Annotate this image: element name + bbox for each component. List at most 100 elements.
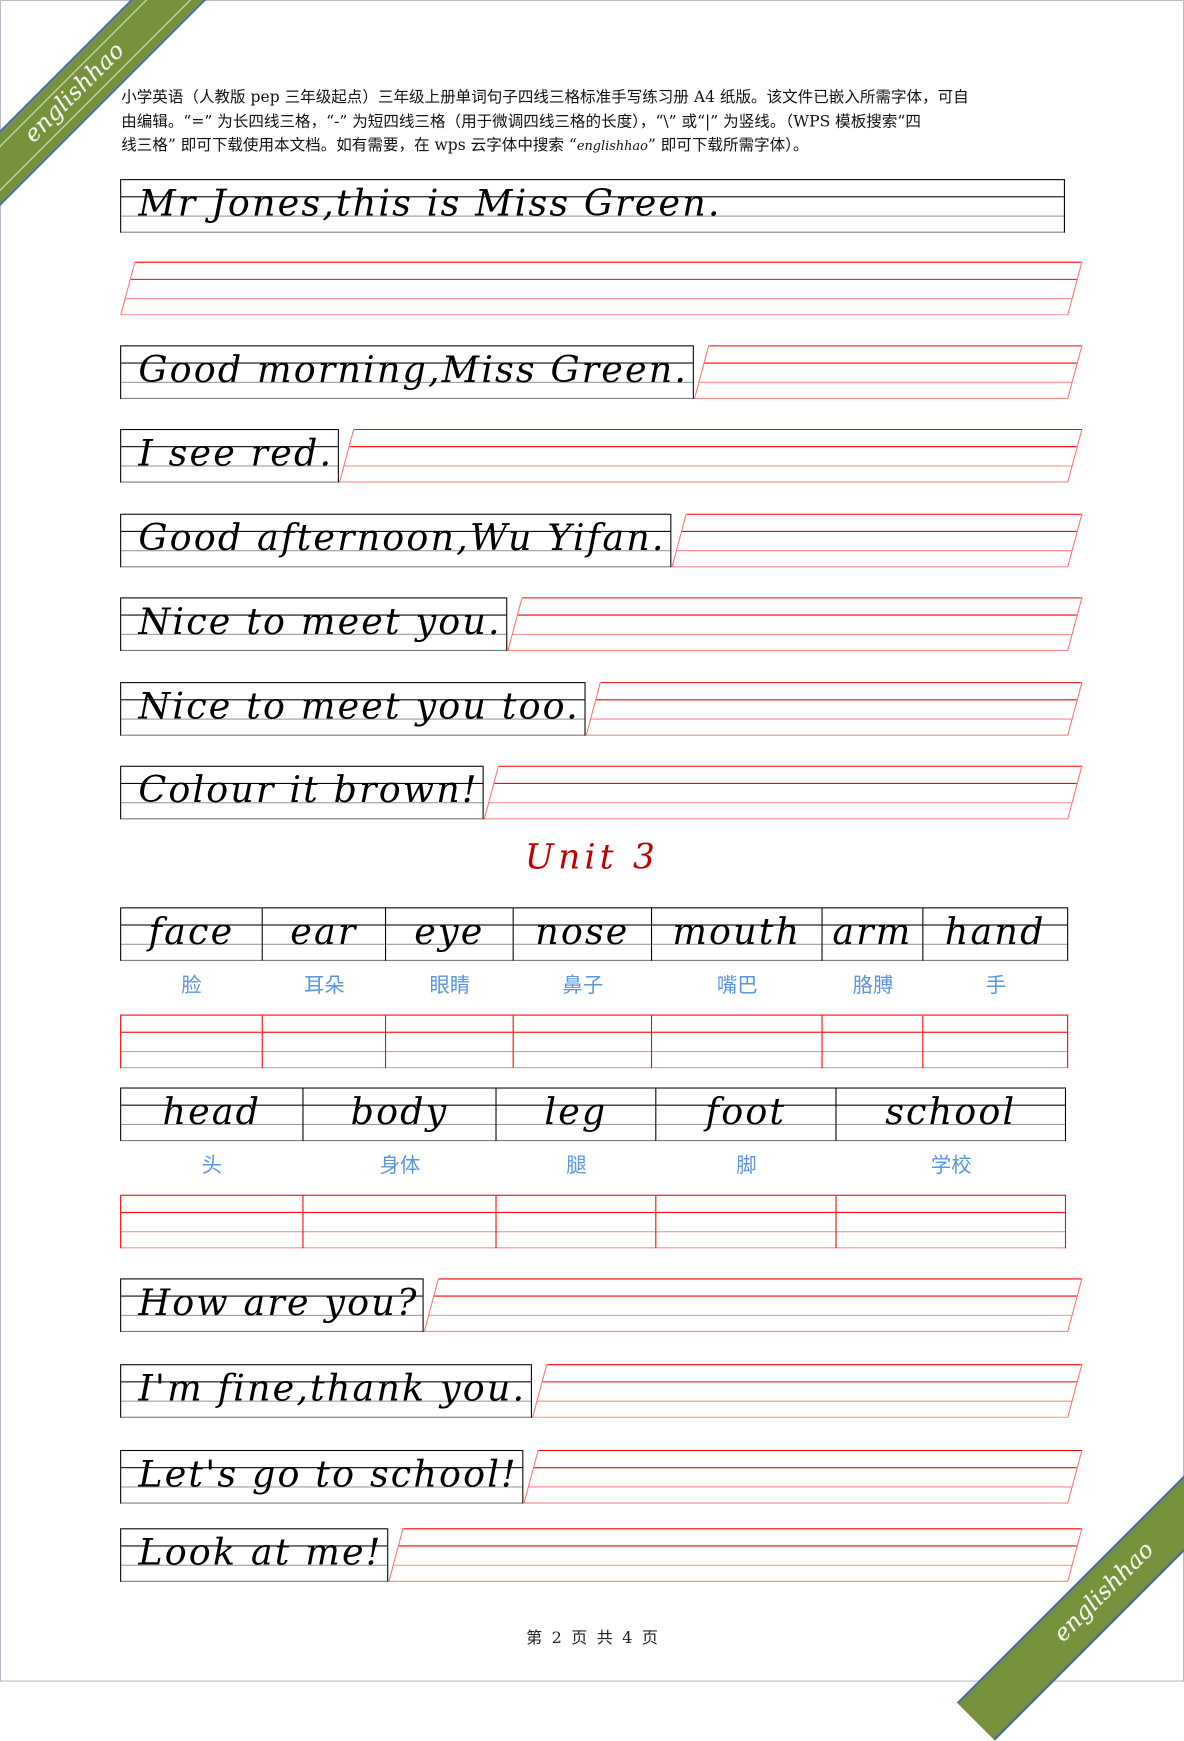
unit-title: Unit 3	[524, 836, 660, 878]
intro-line: 由编辑。“=” 为长四线三格，“-” 为短四线三格（用于微调四线三格的长度），“…	[121, 113, 921, 131]
intro-text: ” 即可下载所需字体）。	[647, 137, 809, 155]
word-text: arm	[832, 910, 913, 954]
intro-paragraph: 小学英语（人教版 pep 三年级起点）三年级上册单词句子四线三格标准手写练习册 …	[121, 86, 1086, 158]
sentence-text: Look at me!	[138, 1531, 383, 1575]
red-word-cell	[923, 1014, 1069, 1069]
sentence-row: Good afternoon,Wu Yifan.	[120, 513, 1083, 568]
red-word-cell	[513, 1014, 653, 1069]
word-cell: ear	[262, 907, 387, 961]
sentence-grid: Colour it brown!	[120, 765, 484, 820]
red-writing-grid	[120, 261, 1083, 316]
word-cell: nose	[513, 907, 653, 961]
sentence-grid: Good morning,Miss Green.	[120, 345, 694, 399]
red-writing-grid	[671, 513, 1083, 568]
word-translation: 身体	[379, 1153, 421, 1178]
word-text: foot	[705, 1090, 787, 1134]
word-cell: body	[303, 1087, 497, 1142]
word-cell: head	[120, 1087, 304, 1142]
red-word-cell	[836, 1194, 1067, 1249]
sentence-text: Nice to meet you too.	[138, 685, 580, 729]
word-translation: 手	[985, 973, 1006, 998]
sentence-grid: I'm fine,thank you.	[120, 1364, 532, 1418]
translation-row: 脸 耳朵 眼睛 鼻子 嘴巴 胳膊 手	[120, 970, 1068, 999]
word-cell: arm	[822, 907, 924, 961]
word-cell: foot	[656, 1087, 837, 1142]
word-text: eye	[414, 910, 485, 954]
red-word-grid	[120, 1014, 1069, 1069]
word-text: hand	[944, 910, 1046, 954]
page-footer: 第 2 页 共 4 页	[526, 1627, 658, 1648]
sentence-grid: Look at me!	[120, 1528, 388, 1582]
red-word-cell	[386, 1014, 514, 1069]
sentence-row: Good morning,Miss Green.	[120, 345, 1083, 399]
word-translation: 脚	[736, 1153, 757, 1178]
word-translation: 嘴巴	[716, 973, 758, 998]
word-text: body	[350, 1090, 449, 1134]
word-translation: 头	[201, 1153, 222, 1178]
word-cell: mouth	[652, 907, 823, 961]
sentence-grid: Nice to meet you too.	[120, 682, 586, 736]
word-cell: hand	[923, 907, 1069, 961]
red-writing-grid	[531, 1364, 1083, 1418]
sentence-grid: Nice to meet you.	[120, 597, 508, 651]
word-text: leg	[544, 1090, 608, 1134]
sentence-row: I'm fine,thank you.	[120, 1364, 1083, 1418]
red-writing-grid	[585, 682, 1083, 736]
red-writing-grid	[387, 1528, 1083, 1582]
word-translation: 腿	[566, 1153, 587, 1178]
word-translation: 学校	[930, 1153, 972, 1178]
sentence-text: How are you?	[138, 1281, 419, 1325]
word-translation: 耳朵	[304, 973, 345, 998]
word-text: mouth	[672, 910, 802, 954]
word-translation: 眼睛	[429, 973, 471, 998]
word-translation: 脸	[181, 973, 202, 998]
sentence-grid: I see red.	[120, 428, 339, 483]
word-text: ear	[290, 910, 358, 954]
word-translation: 胳膊	[852, 973, 894, 998]
red-word-cell	[652, 1014, 823, 1069]
sentence-grid: Good afternoon,Wu Yifan.	[120, 513, 672, 568]
sentence-text: Good afternoon,Wu Yifan.	[138, 516, 666, 560]
sentence-row: Let's go to school!	[120, 1449, 1083, 1504]
sentence-text: Mr Jones,this is Miss Green.	[138, 182, 722, 226]
sentence-text: Colour it brown!	[138, 768, 479, 812]
sentence-text: I'm fine,thank you.	[138, 1367, 527, 1411]
intro-line: 小学英语（人教版 pep 三年级起点）三年级上册单词句子四线三格标准手写练习册 …	[121, 89, 969, 107]
red-word-grid	[120, 1194, 1067, 1249]
sentence-row: Look at me!	[120, 1528, 1083, 1582]
sentence-row: How are you?	[120, 1278, 1083, 1332]
red-word-cell	[303, 1194, 497, 1249]
red-writing-grid	[523, 1449, 1083, 1504]
word-text: school	[885, 1090, 1017, 1134]
red-word-cell	[120, 1194, 304, 1249]
word-grid: face ear eye nose mouth arm hand	[120, 907, 1069, 961]
red-writing-grid	[483, 765, 1083, 820]
sentence-text: Good morning,Miss Green.	[138, 348, 689, 392]
sentence-text: Nice to meet you.	[138, 600, 502, 644]
word-cell: school	[836, 1087, 1067, 1142]
sentence-row: Nice to meet you.	[120, 597, 1083, 651]
red-word-cell	[656, 1194, 837, 1249]
sentence-row: Mr Jones,this is Miss Green.	[120, 179, 1065, 233]
word-text: head	[162, 1090, 262, 1134]
sentence-text: Let's go to school!	[138, 1453, 518, 1497]
word-cell: leg	[496, 1087, 657, 1142]
word-grid: head body leg foot school	[120, 1087, 1067, 1142]
word-text: nose	[535, 910, 630, 954]
sentence-row: Nice to meet you too.	[120, 682, 1083, 736]
practice-row	[120, 261, 1083, 316]
red-word-cell	[120, 1014, 263, 1069]
sentence-grid: Let's go to school!	[120, 1449, 524, 1504]
word-cell: face	[120, 907, 263, 961]
intro-line: 线三格” 即可下载使用本文档。如有需要，在 wps 云字体中搜索 “englis…	[121, 134, 1086, 158]
sentence-row: Colour it brown!	[120, 765, 1083, 820]
word-translation: 鼻子	[562, 973, 604, 998]
word-text: face	[148, 910, 235, 954]
red-word-cell	[262, 1014, 387, 1069]
intro-text: 线三格” 即可下载使用本文档。如有需要，在 wps 云字体中搜索 “	[121, 137, 577, 155]
translation-row: 头 身体 腿 脚 学校	[120, 1150, 1066, 1179]
word-cell: eye	[386, 907, 514, 961]
red-word-cell	[496, 1194, 657, 1249]
document-page: englishhao englishhao 小学英语（人教版 pep 三年级起点…	[0, 0, 1184, 1741]
red-writing-grid	[507, 597, 1083, 651]
